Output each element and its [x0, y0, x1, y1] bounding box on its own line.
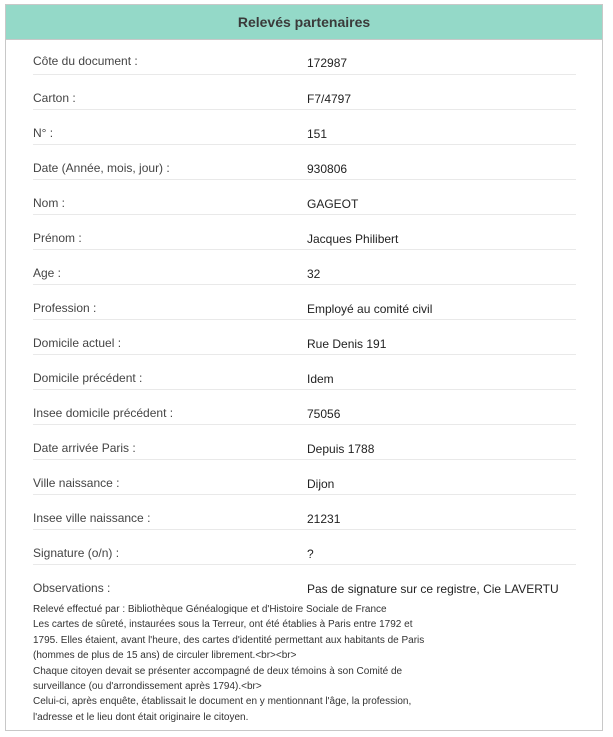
- field-row-signature: Signature (o/n) : ?: [33, 530, 576, 565]
- field-value-observations: Pas de signature sur ce registre, Cie LA…: [307, 582, 559, 596]
- field-label-date: Date (Année, mois, jour) :: [33, 161, 170, 175]
- field-label-nom: Nom :: [33, 196, 66, 210]
- field-label-observations: Observations :: [33, 581, 111, 595]
- field-row-insee-ville: Insee ville naissance : 21231: [33, 495, 576, 530]
- field-value-insee-ville: 21231: [307, 512, 341, 526]
- panel-title: Relevés partenaires: [237, 14, 371, 30]
- field-label-domicile-precedent: Domicile précédent :: [33, 371, 143, 385]
- field-value-insee-domicile: 75056: [307, 407, 341, 421]
- field-label-numero: N° :: [33, 126, 54, 140]
- field-label-carton: Carton :: [33, 91, 76, 105]
- field-value-prenom: Jacques Philibert: [307, 232, 399, 246]
- notes-block: Relevé effectué par : Bibliothèque Généa…: [33, 602, 602, 725]
- field-label-date-arrivee: Date arrivée Paris :: [33, 441, 136, 455]
- field-row-date-arrivee: Date arrivée Paris : Depuis 1788: [33, 425, 576, 460]
- field-row-observations: Observations : Pas de signature sur ce r…: [33, 565, 576, 599]
- notes-line: 1795. Elles étaient, avant l'heure, des …: [33, 634, 425, 646]
- field-row-carton: Carton : F7/4797: [33, 75, 576, 110]
- field-value-numero: 151: [307, 127, 328, 141]
- field-label-domicile-actuel: Domicile actuel :: [33, 336, 122, 350]
- field-row-domicile-actuel: Domicile actuel : Rue Denis 191: [33, 320, 576, 355]
- field-value-domicile-precedent: Idem: [307, 372, 334, 386]
- field-row-numero: N° : 151: [33, 110, 576, 145]
- field-row-prenom: Prénom : Jacques Philibert: [33, 215, 576, 250]
- field-value-ville-naissance: Dijon: [307, 477, 335, 491]
- field-row-ville-naissance: Ville naissance : Dijon: [33, 460, 576, 495]
- notes-line: l'adresse et le lieu dont était originai…: [33, 711, 249, 723]
- field-label-prenom: Prénom :: [33, 231, 82, 245]
- notes-line: Chaque citoyen devait se présenter accom…: [33, 665, 403, 677]
- field-row-age: Age : 32: [33, 250, 576, 285]
- notes-line: Celui-ci, après enquête, établissait le …: [33, 696, 412, 708]
- field-value-date: 930806: [307, 162, 348, 176]
- field-label-cote: Côte du document :: [33, 54, 138, 68]
- field-label-signature: Signature (o/n) :: [33, 546, 120, 560]
- field-label-insee-domicile: Insee domicile précédent :: [33, 406, 174, 420]
- notes-line: Relevé effectué par : Bibliothèque Généa…: [33, 604, 387, 615]
- field-value-profession: Employé au comité civil: [307, 302, 433, 316]
- notes-line: surveillance (ou d'arrondissement après …: [33, 681, 262, 693]
- field-label-profession: Profession :: [33, 301, 97, 315]
- field-row-cote: Côte du document : 172987: [33, 40, 576, 75]
- field-value-domicile-actuel: Rue Denis 191: [307, 337, 387, 351]
- records-panel: Relevés partenaires Côte du document : 1…: [5, 4, 603, 731]
- field-row-date: Date (Année, mois, jour) : 930806: [33, 145, 576, 180]
- notes-line: (hommes de plus de 15 ans) de circuler l…: [33, 650, 297, 662]
- field-value-signature: ?: [307, 547, 314, 561]
- field-value-nom: GAGEOT: [307, 197, 359, 211]
- field-row-insee-domicile: Insee domicile précédent : 75056: [33, 390, 576, 425]
- field-label-ville-naissance: Ville naissance :: [33, 476, 120, 490]
- field-label-insee-ville: Insee ville naissance :: [33, 511, 151, 525]
- field-row-nom: Nom : GAGEOT: [33, 180, 576, 215]
- field-row-profession: Profession : Employé au comité civil: [33, 285, 576, 320]
- field-value-date-arrivee: Depuis 1788: [307, 442, 375, 456]
- field-value-age: 32: [307, 267, 321, 281]
- record-fields: Côte du document : 172987 Carton : F7/47…: [33, 40, 576, 599]
- field-row-domicile-precedent: Domicile précédent : Idem: [33, 355, 576, 390]
- panel-header: Relevés partenaires: [6, 5, 602, 40]
- notes-line: Les cartes de sûreté, instaurées sous la…: [33, 619, 413, 631]
- field-value-carton: F7/4797: [307, 92, 352, 106]
- field-label-age: Age :: [33, 266, 62, 280]
- field-value-cote: 172987: [307, 56, 348, 70]
